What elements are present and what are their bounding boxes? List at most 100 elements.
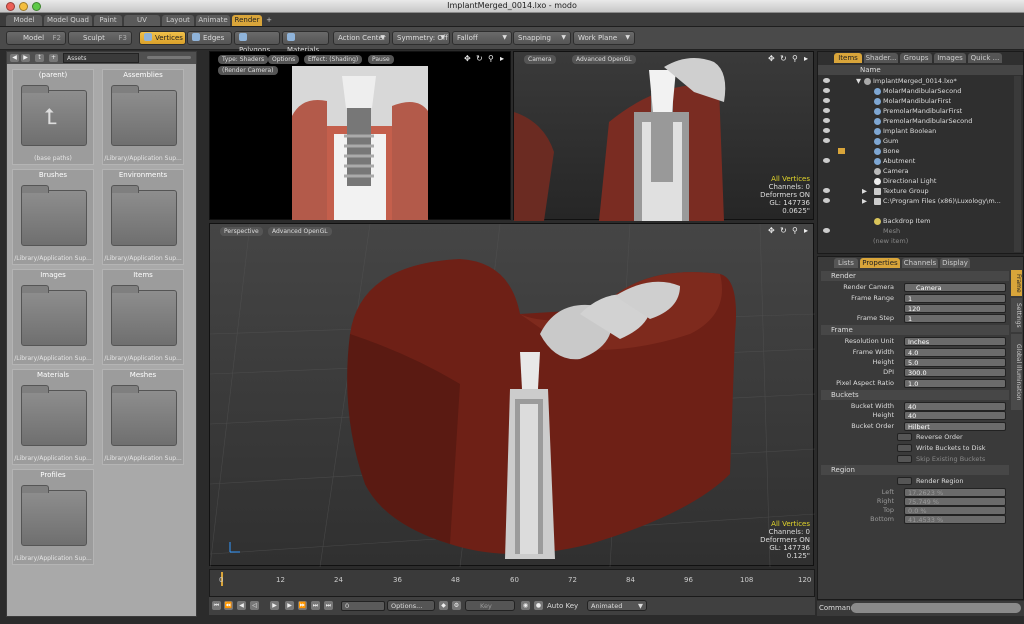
- tab-lists[interactable]: Lists: [834, 258, 858, 268]
- auto-key-mode-dropdown[interactable]: Animated ▼: [587, 600, 647, 611]
- effect-button[interactable]: Effect: (Shading): [304, 55, 363, 64]
- visibility-eye-icon[interactable]: [823, 188, 830, 193]
- asset-cell-meshes[interactable]: Meshes/Library/Application Sup...: [102, 369, 184, 465]
- view-camera-button[interactable]: Camera: [524, 55, 556, 64]
- view-perspective-button[interactable]: Perspective: [220, 227, 263, 236]
- symmetry-dropdown[interactable]: Symmetry: Off ▼: [392, 31, 450, 45]
- render-camera-dropdown[interactable]: Camera: [904, 283, 1006, 292]
- options-button[interactable]: Options...: [387, 600, 435, 611]
- asset-cell-environments[interactable]: Environments/Library/Application Sup...: [102, 169, 184, 265]
- bucket-width-field[interactable]: 40: [904, 402, 1006, 411]
- asset-cell-items[interactable]: Items/Library/Application Sup...: [102, 269, 184, 365]
- record-icon[interactable]: ●: [534, 601, 543, 610]
- asset-cell-images[interactable]: Images/Library/Application Sup...: [12, 269, 94, 365]
- viewport-menu-icon[interactable]: ▸: [804, 226, 808, 235]
- zoom-icon[interactable]: ⚲: [792, 54, 798, 63]
- side-tab-frame[interactable]: Frame: [1011, 270, 1022, 296]
- frame-step-field[interactable]: 1: [904, 314, 1006, 323]
- previous-frame-icon[interactable]: ◀: [237, 601, 246, 610]
- list-item[interactable]: Implant Boolean: [818, 126, 1008, 136]
- camera-viewport[interactable]: Camera Advanced OpenGL ✥ ↻ ⚲ ▸ All Verti…: [513, 51, 814, 221]
- frame-height-field[interactable]: 5.0: [904, 358, 1006, 367]
- shader-type-button[interactable]: Type: Shaders: [218, 55, 269, 64]
- list-item[interactable]: Directional Light: [818, 176, 1008, 186]
- render-region-checkbox[interactable]: [897, 477, 912, 485]
- frame-range-end-field[interactable]: 120: [904, 304, 1006, 313]
- tab-groups[interactable]: Groups: [900, 53, 932, 63]
- rotate-icon[interactable]: ↻: [780, 226, 787, 235]
- tab-model-quad[interactable]: Model Quad: [44, 15, 92, 26]
- add-icon[interactable]: +: [49, 54, 58, 62]
- tab-uv[interactable]: UV: [124, 15, 160, 26]
- side-tab-global-illumination[interactable]: Global Illumination: [1011, 334, 1022, 410]
- section-region[interactable]: Region: [821, 465, 1009, 475]
- tab-model[interactable]: Model: [6, 15, 42, 26]
- region-left-field[interactable]: 17.2623 %: [904, 488, 1006, 497]
- tab-animate[interactable]: Animate: [196, 15, 230, 26]
- viewport-menu-icon[interactable]: ▸: [804, 54, 808, 63]
- up-folder-icon[interactable]: t: [35, 54, 44, 62]
- list-item[interactable]: MolarMandibularFirst: [818, 96, 1008, 106]
- rotate-icon[interactable]: ↻: [780, 54, 787, 63]
- render-options-button[interactable]: Options: [268, 55, 300, 64]
- tab-layout[interactable]: Layout: [162, 15, 194, 26]
- asset-cell-assemblies[interactable]: Assemblies/Library/Application Sup...: [102, 69, 184, 165]
- work-plane-dropdown[interactable]: Work Plane ▼: [573, 31, 635, 45]
- key-button[interactable]: Key: [465, 600, 515, 611]
- tab-display[interactable]: Display: [940, 258, 970, 268]
- visibility-eye-icon[interactable]: [823, 108, 830, 113]
- visibility-eye-icon[interactable]: [823, 158, 830, 163]
- visibility-eye-icon[interactable]: [823, 128, 830, 133]
- current-frame-field[interactable]: 0: [341, 601, 385, 611]
- write-buckets-checkbox[interactable]: [897, 444, 912, 452]
- section-render[interactable]: Render: [821, 271, 1009, 281]
- snapping-dropdown[interactable]: Snapping ▼: [513, 31, 571, 45]
- zoom-icon[interactable]: ⚲: [488, 54, 494, 63]
- list-item[interactable]: MolarMandibularSecond: [818, 86, 1008, 96]
- render-camera-button[interactable]: (Render Camera): [218, 66, 278, 75]
- go-to-end-icon[interactable]: ⏭: [324, 601, 333, 610]
- pixel-aspect-field[interactable]: 1.0: [904, 379, 1006, 388]
- list-item[interactable]: Gum: [818, 136, 1008, 146]
- tab-paint[interactable]: Paint: [94, 15, 122, 26]
- region-right-field[interactable]: 75.749 %: [904, 497, 1006, 506]
- materials-button[interactable]: Materials: [282, 31, 329, 54]
- list-item[interactable]: Backdrop Item: [818, 216, 1008, 226]
- list-item[interactable]: (new item): [818, 236, 1008, 246]
- visibility-eye-icon[interactable]: [823, 78, 830, 83]
- section-buckets[interactable]: Buckets: [821, 390, 1009, 400]
- tab-quick[interactable]: Quick ...: [968, 53, 1002, 63]
- preview-render-viewport[interactable]: Type: Shaders Options Effect: (Shading) …: [209, 51, 511, 220]
- expand-arrow-icon[interactable]: ▶: [862, 196, 867, 206]
- perspective-viewport[interactable]: Perspective Advanced OpenGL ✥ ↻ ⚲ ▸ All …: [209, 223, 815, 567]
- pan-icon[interactable]: ✥: [768, 54, 775, 63]
- list-item[interactable]: ▼ ImplantMerged_0014.lxo*: [818, 76, 1008, 86]
- region-bottom-field[interactable]: 41.4533 %: [904, 515, 1006, 524]
- key-icon[interactable]: ◆: [439, 601, 448, 610]
- visibility-eye-icon[interactable]: [823, 88, 830, 93]
- asset-cell-parent[interactable]: (parent) ⮤ (base paths): [12, 69, 94, 165]
- thumbnail-size-slider[interactable]: [147, 56, 191, 59]
- items-scrollbar[interactable]: [1014, 76, 1021, 252]
- reverse-order-checkbox[interactable]: [897, 433, 912, 441]
- bucket-order-dropdown[interactable]: Hilbert: [904, 422, 1006, 431]
- list-item[interactable]: PremolarMandibularSecond: [818, 116, 1008, 126]
- polygons-button[interactable]: Polygons: [234, 31, 280, 54]
- visibility-eye-icon[interactable]: [823, 138, 830, 143]
- vertices-button[interactable]: Vertices: [139, 31, 186, 45]
- next-key-icon[interactable]: ⏩: [298, 601, 307, 610]
- asset-type-dropdown[interactable]: Assets: [63, 53, 139, 63]
- asset-cell-brushes[interactable]: Brushes/Library/Application Sup...: [12, 169, 94, 265]
- list-item[interactable]: PremolarMandibularFirst: [818, 106, 1008, 116]
- list-item[interactable]: Abutment: [818, 156, 1008, 166]
- visibility-eye-icon[interactable]: [823, 198, 830, 203]
- side-tab-settings[interactable]: Settings: [1011, 298, 1022, 332]
- action-center-dropdown[interactable]: Action Center ▼: [333, 31, 390, 45]
- tab-render[interactable]: Render: [232, 15, 262, 26]
- list-item[interactable]: ▶ C:\Program Files (x86)\Luxology\m...: [818, 196, 1008, 206]
- tab-properties[interactable]: Properties: [860, 258, 900, 268]
- tab-items[interactable]: Items: [834, 53, 862, 63]
- play-backward-icon[interactable]: ◁: [250, 601, 259, 610]
- resolution-unit-dropdown[interactable]: Inches: [904, 337, 1006, 346]
- zoom-icon[interactable]: ⚲: [792, 226, 798, 235]
